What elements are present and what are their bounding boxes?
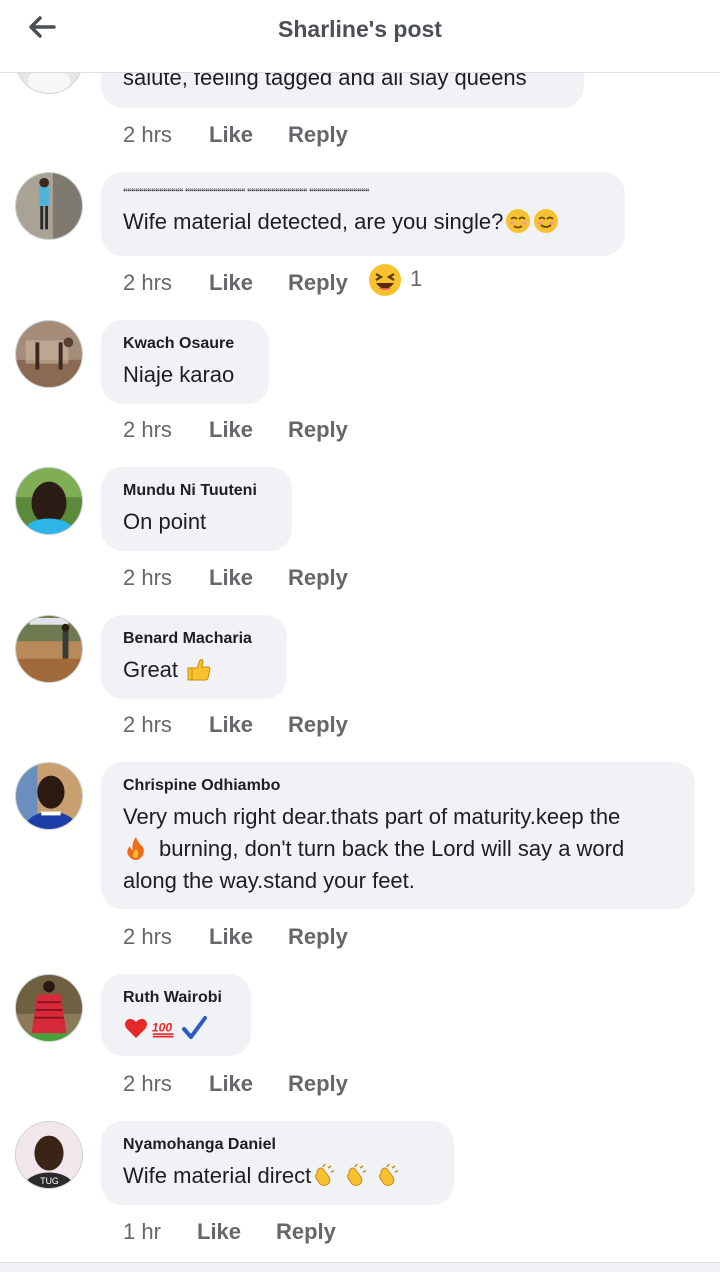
comment-time: 2 hrs bbox=[123, 924, 172, 949]
comment-author[interactable]: Nyamohanga Daniel bbox=[123, 1135, 432, 1155]
reply-button[interactable]: Reply bbox=[288, 120, 348, 150]
comment-bubble: Kwach Osaure Niaje karao bbox=[101, 320, 269, 404]
like-button[interactable]: Like bbox=[197, 1217, 241, 1247]
comment-bubble: Chrispine Odhiambo Very much right dear.… bbox=[101, 762, 695, 909]
clapping-hands-icon bbox=[343, 1162, 369, 1188]
avatar[interactable] bbox=[15, 974, 83, 1042]
like-button[interactable]: Like bbox=[209, 1069, 253, 1099]
comment-time: 1 hr bbox=[123, 1219, 161, 1244]
comment-quote-marks: “““““““““““““““ “““““““““““““““ ““““““““… bbox=[123, 187, 370, 197]
comment-text: Wife material detected, are you single? bbox=[123, 206, 603, 238]
laughing-emoji-icon[interactable] bbox=[368, 263, 402, 297]
comment-text: Great bbox=[123, 654, 265, 686]
comment-text-body: Great bbox=[123, 657, 179, 682]
comment-text: On point bbox=[123, 509, 207, 534]
comment-time: 2 hrs bbox=[123, 1071, 172, 1096]
comment-text-line: Very much right dear.thats part of matur… bbox=[123, 804, 621, 829]
fire-icon bbox=[123, 835, 149, 861]
like-button[interactable]: Like bbox=[209, 710, 253, 740]
comment-bubble: Benard Macharia Great bbox=[101, 615, 287, 699]
avatar[interactable] bbox=[15, 615, 83, 683]
comment-author[interactable]: Chrispine Odhiambo bbox=[123, 776, 673, 796]
page-title: Sharline's post bbox=[278, 16, 442, 42]
reply-button[interactable]: Reply bbox=[288, 563, 348, 593]
avatar[interactable] bbox=[15, 467, 83, 535]
thumbs-up-icon bbox=[186, 656, 212, 682]
reply-button[interactable]: Reply bbox=[288, 415, 348, 445]
comment-text-line: along the way.stand your feet. bbox=[123, 868, 415, 893]
comment-author[interactable]: Ruth Wairobi bbox=[123, 988, 229, 1008]
clapping-hands-icon bbox=[375, 1162, 401, 1188]
svg-text:100: 100 bbox=[152, 1020, 172, 1034]
comment-text: burning, don't turn back the Lord will s… bbox=[123, 833, 673, 865]
comment-author[interactable]: Kwach Osaure bbox=[123, 334, 247, 354]
comment-feed: salute, feeling tagged and all slay quee… bbox=[0, 0, 720, 1271]
comment-text: Wife material direct bbox=[123, 1160, 432, 1192]
like-button[interactable]: Like bbox=[209, 922, 253, 952]
clapping-hands-icon bbox=[311, 1162, 337, 1188]
comment-text-body: Wife material direct bbox=[123, 1163, 312, 1188]
comment-time: 2 hrs bbox=[123, 565, 172, 590]
like-button[interactable]: Like bbox=[209, 415, 253, 445]
avatar[interactable]: TUG bbox=[15, 1121, 83, 1189]
comment-text: 100 bbox=[123, 1013, 229, 1045]
reaction-count: 1 bbox=[410, 266, 423, 291]
reply-button[interactable]: Reply bbox=[288, 710, 348, 740]
avatar[interactable] bbox=[15, 172, 83, 240]
like-button[interactable]: Like bbox=[209, 120, 253, 150]
comment-time: 2 hrs bbox=[123, 270, 172, 295]
smiling-face-icon bbox=[533, 208, 559, 234]
red-heart-icon bbox=[123, 1015, 149, 1041]
avatar[interactable] bbox=[15, 320, 83, 388]
comment-time: 2 hrs bbox=[123, 122, 172, 147]
like-button[interactable]: Like bbox=[209, 268, 253, 298]
relieved-face-icon bbox=[505, 208, 531, 234]
check-mark-icon bbox=[181, 1015, 207, 1041]
comment-text-body: Wife material detected, are you single? bbox=[123, 209, 504, 234]
comment-author[interactable]: Benard Macharia bbox=[123, 629, 265, 649]
reply-button[interactable]: Reply bbox=[276, 1217, 336, 1247]
reply-button[interactable]: Reply bbox=[288, 268, 348, 298]
reply-button[interactable]: Reply bbox=[288, 922, 348, 952]
comment-time: 2 hrs bbox=[123, 417, 172, 442]
post-header: Sharline's post bbox=[0, 0, 720, 73]
svg-text:TUG: TUG bbox=[40, 1176, 59, 1186]
reply-button[interactable]: Reply bbox=[288, 1069, 348, 1099]
comment-time: 2 hrs bbox=[123, 712, 172, 737]
avatar[interactable] bbox=[15, 762, 83, 830]
comment-bubble: Ruth Wairobi 100 bbox=[101, 974, 251, 1056]
comment-text: Niaje karao bbox=[123, 362, 235, 387]
comment-bubble: Mundu Ni Tuuteni On point bbox=[101, 467, 292, 551]
comment-bubble: “““““““““““““““ “““““““““““““““ ““““““““… bbox=[101, 172, 625, 256]
comment-author[interactable]: Mundu Ni Tuuteni bbox=[123, 481, 270, 501]
comment-bubble: Nyamohanga Daniel Wife material direct bbox=[101, 1121, 454, 1205]
hundred-points-icon: 100 bbox=[151, 1015, 177, 1041]
like-button[interactable]: Like bbox=[209, 563, 253, 593]
comment-text-body: burning, don't turn back the Lord will s… bbox=[159, 836, 625, 861]
